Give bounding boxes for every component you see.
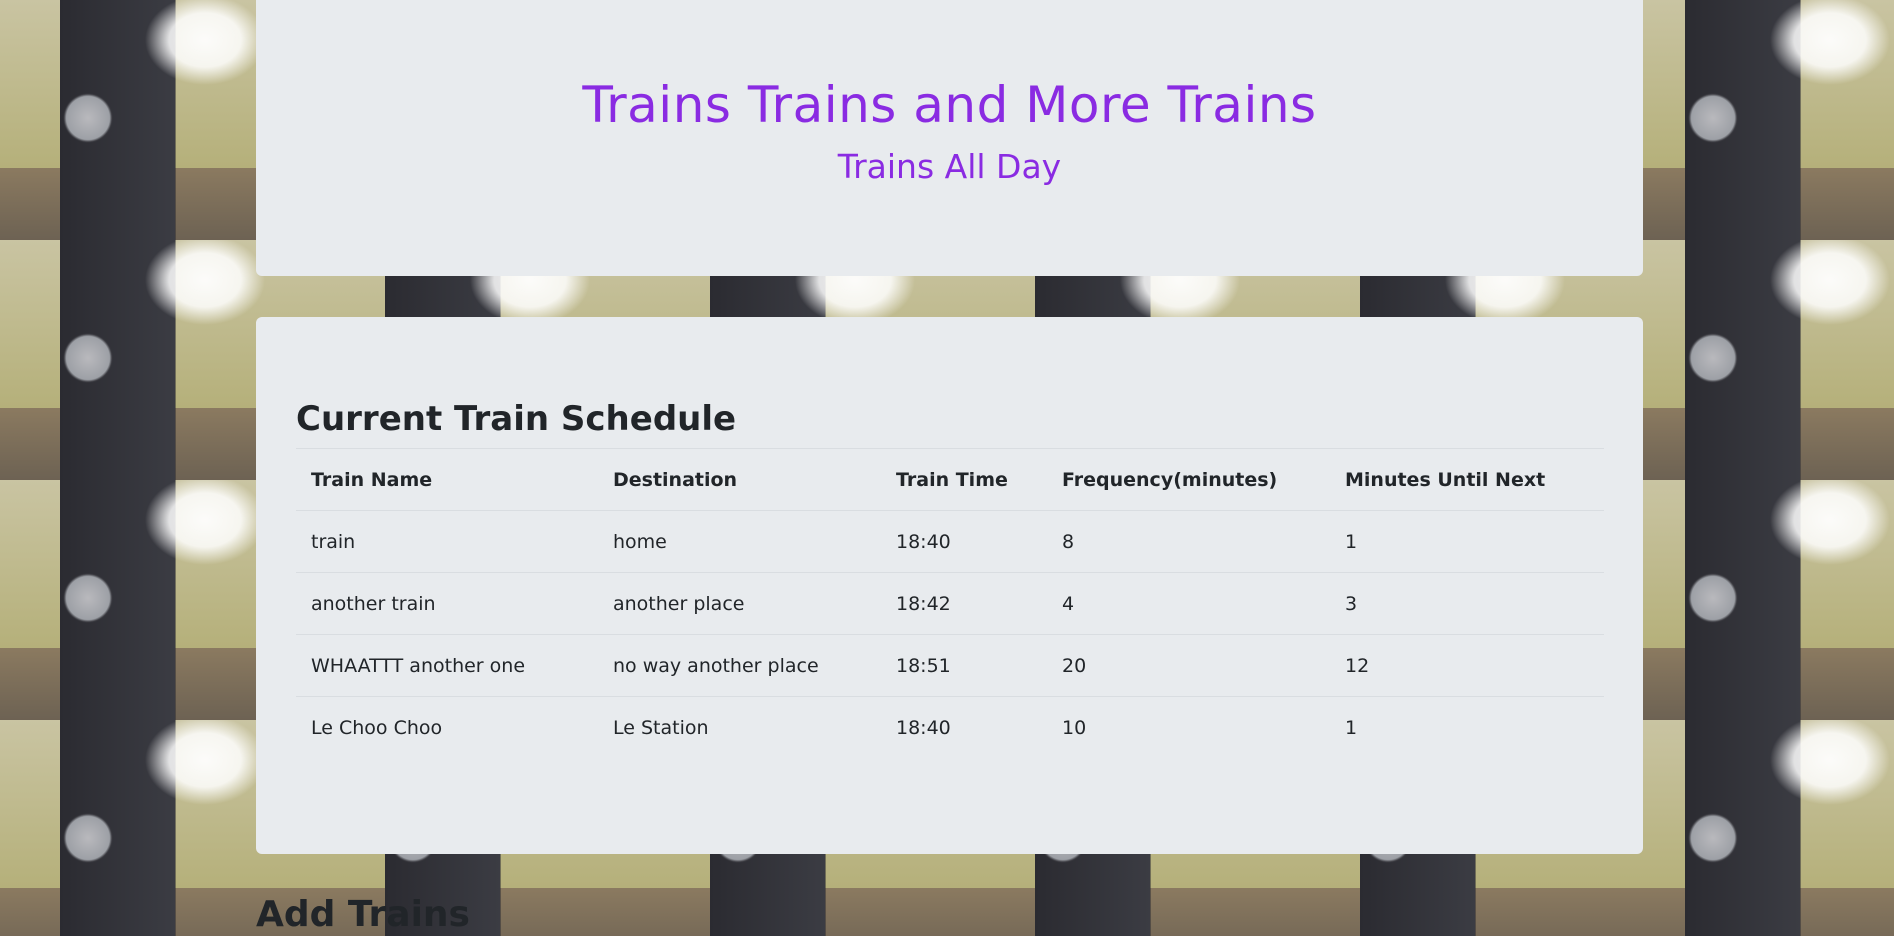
- column-header-train-time: Train Time: [881, 448, 1047, 511]
- cell-frequency: 8: [1047, 510, 1330, 573]
- table-row: Le Choo Choo Le Station 18:40 10 1: [296, 696, 1604, 758]
- cell-destination: Le Station: [598, 696, 881, 758]
- cell-train-name: Le Choo Choo: [296, 696, 598, 758]
- column-header-train-name: Train Name: [296, 448, 598, 511]
- page-subtitle: Trains All Day: [837, 147, 1062, 186]
- table-row: another train another place 18:42 4 3: [296, 572, 1604, 635]
- cell-train-name: train: [296, 510, 598, 573]
- cell-minutes-until-next: 1: [1330, 510, 1604, 573]
- cell-train-name: WHAATTT another one: [296, 634, 598, 697]
- page-title: Trains Trains and More Trains: [582, 76, 1317, 134]
- cell-train-name: another train: [296, 572, 598, 635]
- column-header-destination: Destination: [598, 448, 881, 511]
- cell-destination: another place: [598, 572, 881, 635]
- cell-train-time: 18:40: [881, 696, 1047, 758]
- schedule-panel: Current Train Schedule Train Name Destin…: [256, 317, 1643, 854]
- cell-destination: no way another place: [598, 634, 881, 697]
- table-row: WHAATTT another one no way another place…: [296, 634, 1604, 697]
- add-trains-heading: Add Trains: [256, 894, 470, 935]
- cell-train-time: 18:51: [881, 634, 1047, 697]
- cell-frequency: 10: [1047, 696, 1330, 758]
- cell-minutes-until-next: 12: [1330, 634, 1604, 697]
- table-header-row: Train Name Destination Train Time Freque…: [296, 448, 1604, 511]
- cell-frequency: 4: [1047, 572, 1330, 635]
- column-header-frequency: Frequency(minutes): [1047, 448, 1330, 511]
- cell-frequency: 20: [1047, 634, 1330, 697]
- cell-train-time: 18:42: [881, 572, 1047, 635]
- schedule-heading: Current Train Schedule: [296, 399, 737, 439]
- cell-train-time: 18:40: [881, 510, 1047, 573]
- header-jumbotron: Trains Trains and More Trains Trains All…: [256, 0, 1643, 276]
- cell-minutes-until-next: 1: [1330, 696, 1604, 758]
- table-row: train home 18:40 8 1: [296, 510, 1604, 573]
- cell-destination: home: [598, 510, 881, 573]
- cell-minutes-until-next: 3: [1330, 572, 1604, 635]
- schedule-table: Train Name Destination Train Time Freque…: [296, 448, 1604, 758]
- column-header-minutes-until-next: Minutes Until Next: [1330, 448, 1604, 511]
